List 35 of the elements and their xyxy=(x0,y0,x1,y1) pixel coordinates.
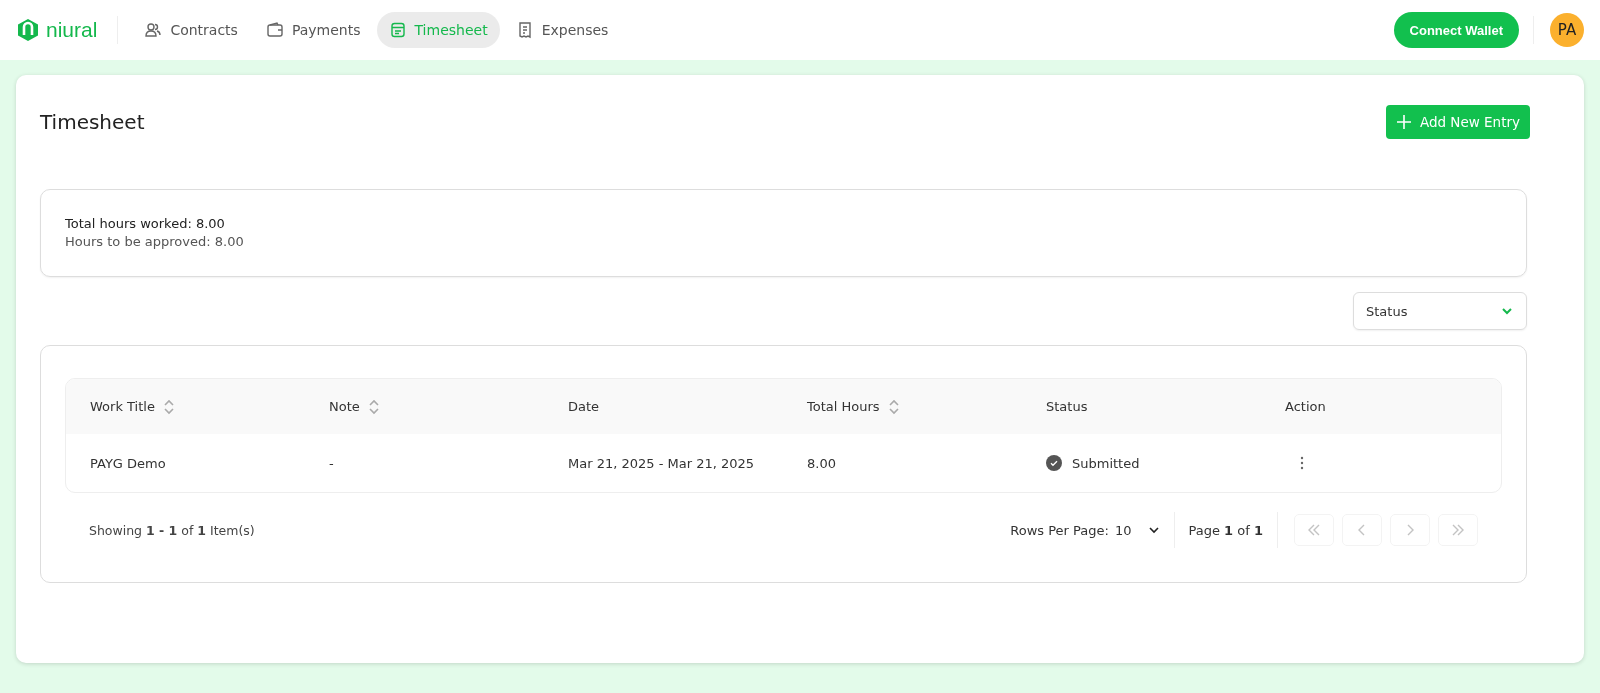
check-circle-icon xyxy=(1046,455,1062,471)
nav-tab[interactable]: Expenses xyxy=(503,12,621,48)
showing-text: Showing 1 - 1 of 1 Item(s) xyxy=(89,522,255,538)
column-header: Date xyxy=(568,399,601,414)
sort-icon[interactable] xyxy=(367,397,380,416)
column-header[interactable]: Note xyxy=(329,397,568,416)
table-cell-text: - xyxy=(329,455,335,471)
wallet-icon xyxy=(265,21,284,39)
column-header: Status xyxy=(1046,399,1089,414)
rows-per-page-select[interactable]: 10 xyxy=(1114,522,1132,538)
calendar-icon xyxy=(388,21,407,39)
nav-tab[interactable]: Contracts xyxy=(132,12,250,48)
brand-name: niural xyxy=(46,18,98,42)
column-header: Action xyxy=(1285,399,1327,414)
rows-per-page-label: Rows Per Page: xyxy=(1010,522,1109,538)
table-cell-text: Mar 21, 2025 - Mar 21, 2025 xyxy=(568,455,756,471)
summary-text: Total hours worked: 8.00 xyxy=(65,216,226,231)
sort-icon[interactable] xyxy=(162,397,175,416)
plus-icon xyxy=(1395,114,1412,130)
column-header[interactable]: Total Hours xyxy=(807,397,1046,416)
page-title: Timesheet xyxy=(40,110,145,134)
table-cell-text: 8.00 xyxy=(807,455,837,471)
user-avatar[interactable]: PA xyxy=(1550,13,1584,47)
sort-icon[interactable] xyxy=(887,397,900,416)
status-dropdown[interactable]: Status xyxy=(1353,292,1527,330)
summary-text: Hours to be approved: 8.00 xyxy=(65,234,245,249)
chevron-down-icon[interactable] xyxy=(1147,524,1160,536)
more-options-icon[interactable] xyxy=(1300,456,1304,470)
page-indicator: Page 1 of 1 xyxy=(1188,522,1263,538)
column-header[interactable]: Work Title xyxy=(90,397,329,416)
people-icon xyxy=(144,21,163,39)
logo-icon xyxy=(16,18,40,42)
status-text: Submitted xyxy=(1072,455,1140,471)
nav-tab[interactable]: Payments xyxy=(253,12,373,48)
table-cell-text: PAYG Demo xyxy=(90,455,167,471)
